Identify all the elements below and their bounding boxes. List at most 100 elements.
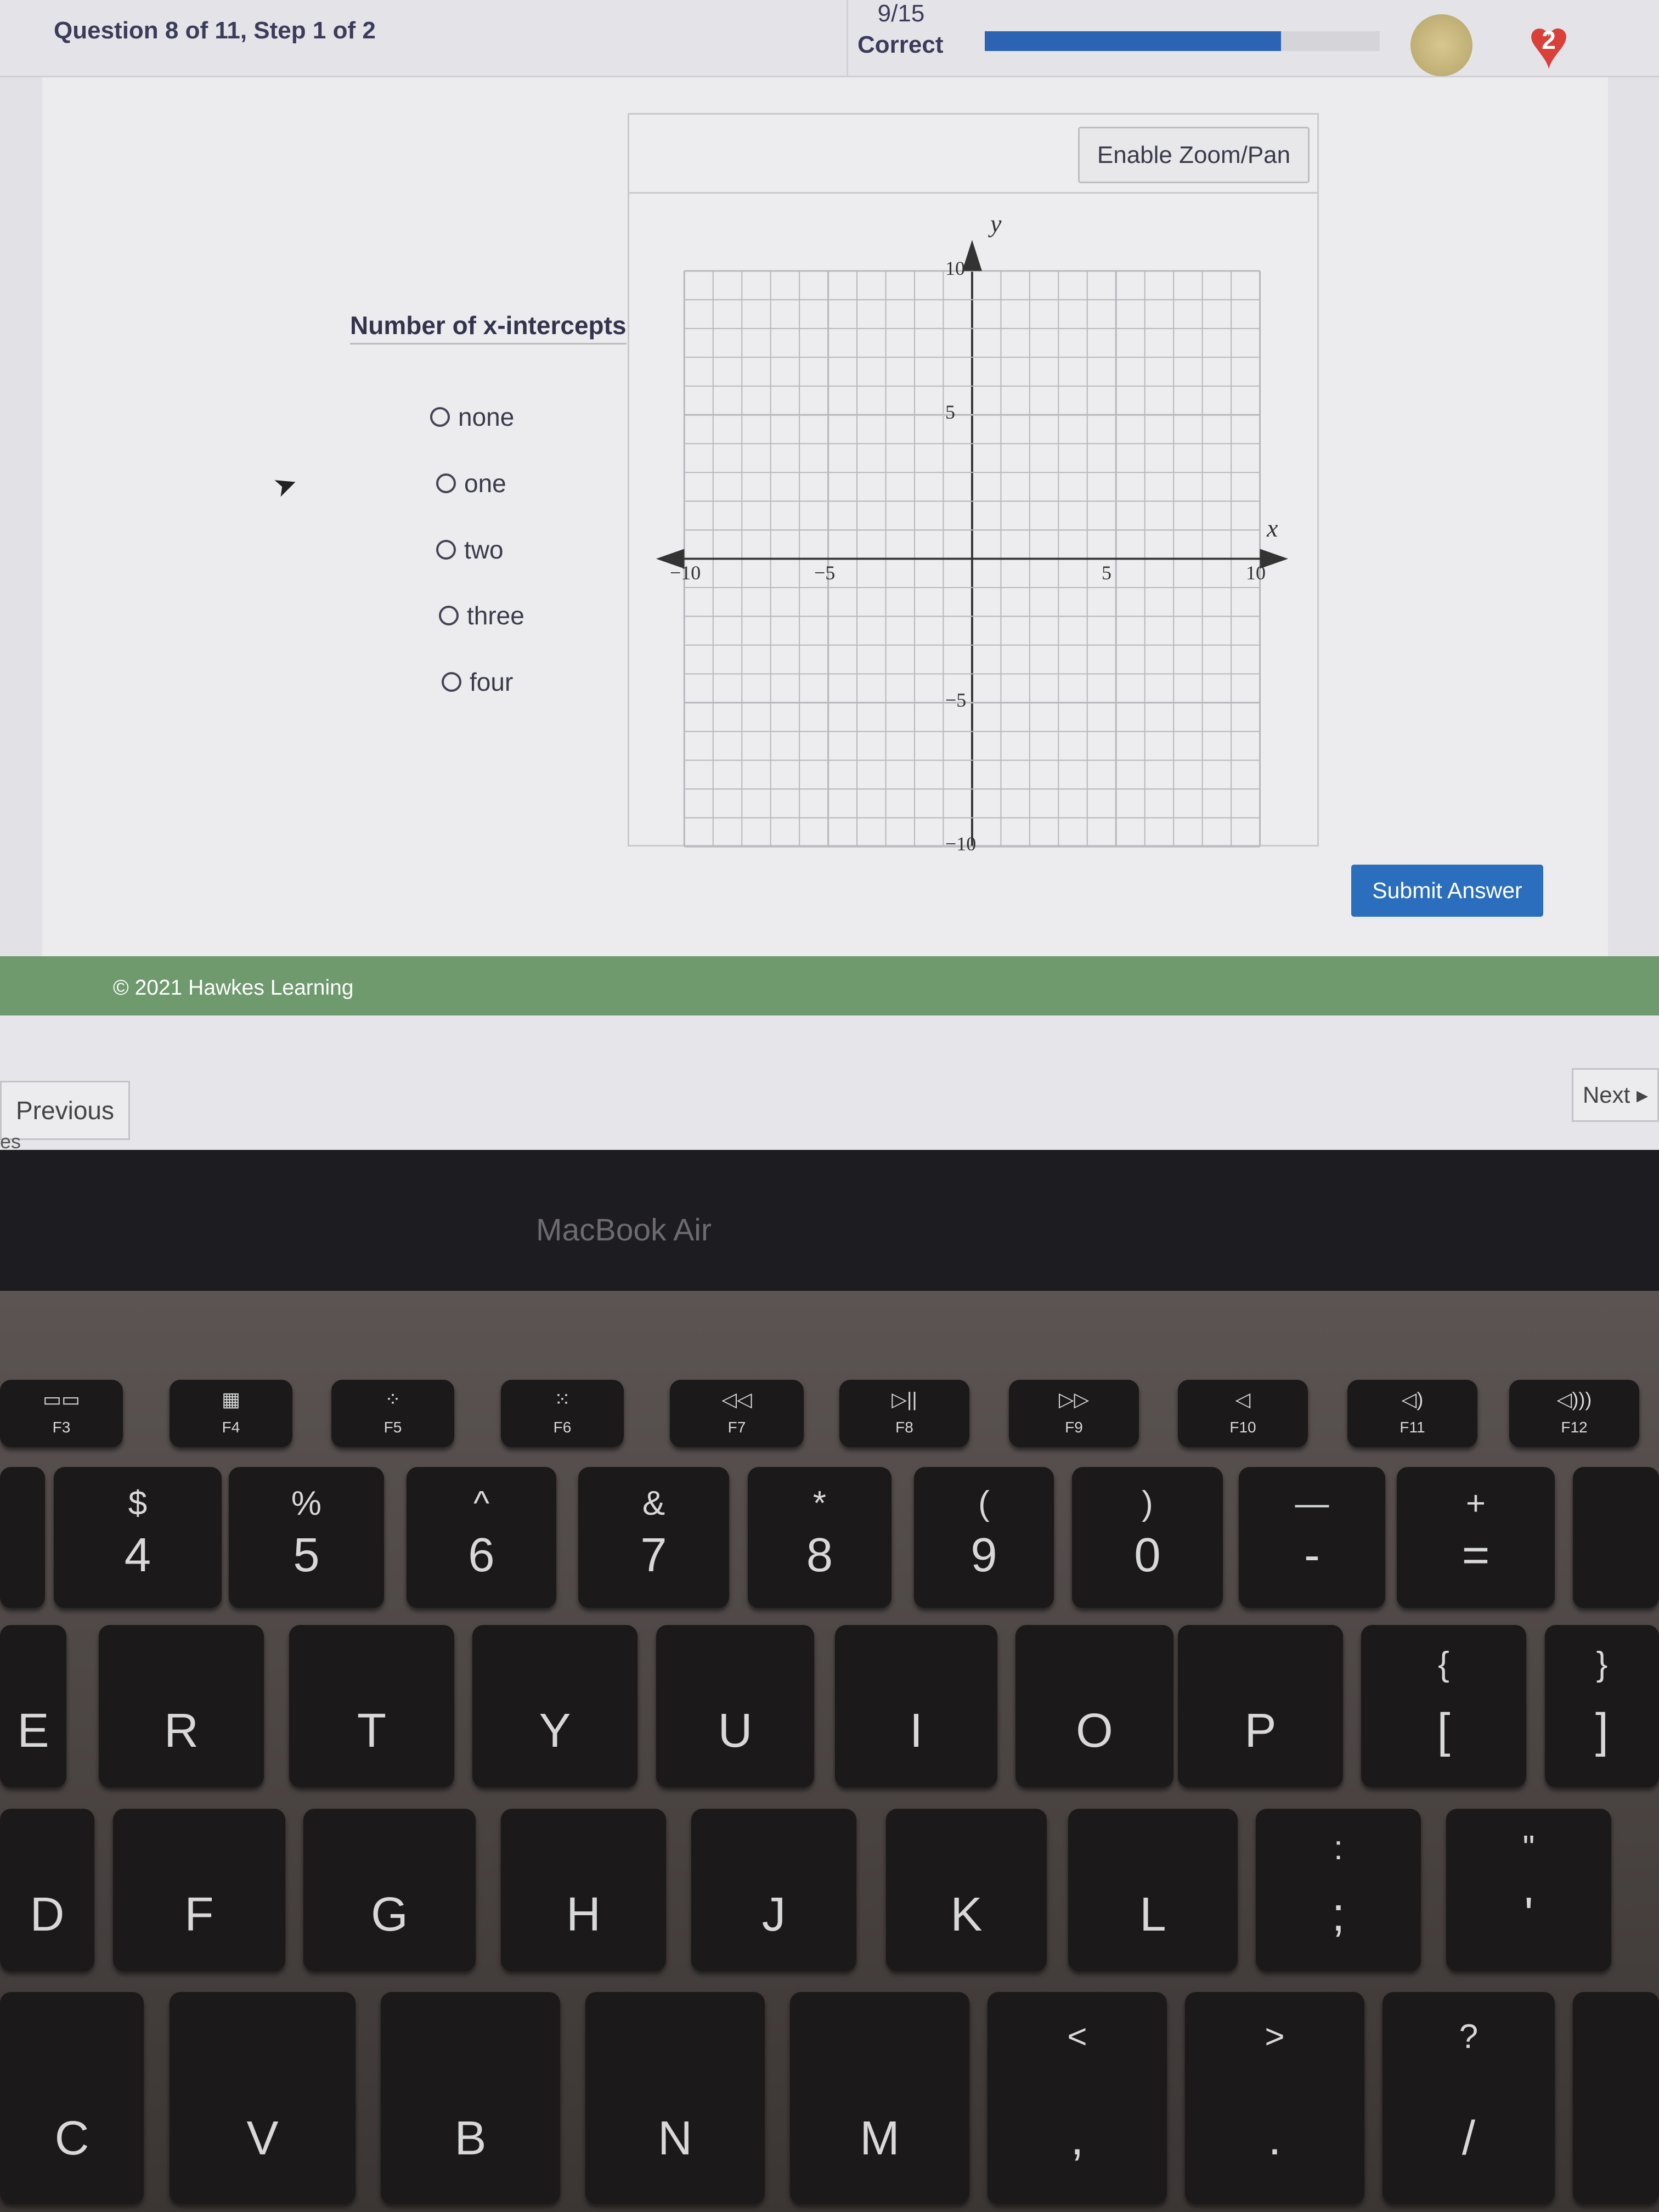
key-shift-label: ⁘ — [384, 1387, 402, 1410]
radio-button-icon[interactable] — [439, 606, 459, 625]
key-i[interactable]: I — [835, 1625, 997, 1787]
key-m[interactable]: M — [790, 1992, 969, 2204]
x-tick-label: 10 — [1246, 562, 1266, 584]
key-shift-label: ( — [978, 1484, 990, 1522]
key-f11[interactable]: ◁) F11 — [1347, 1380, 1477, 1447]
key-f5[interactable]: ⁘ F5 — [331, 1380, 454, 1447]
key-[[interactable]: {[ — [1361, 1625, 1526, 1787]
submit-answer-button[interactable]: Submit Answer — [1351, 865, 1543, 917]
header-divider — [847, 0, 848, 77]
key-j[interactable]: J — [691, 1809, 856, 1971]
key-shift-label: ◁))) — [1556, 1387, 1592, 1410]
key-label: ; — [1331, 1887, 1345, 1941]
option-label: none — [458, 403, 515, 431]
key-shift-label: ◁) — [1401, 1387, 1424, 1410]
key-y[interactable]: Y — [472, 1625, 637, 1787]
key-shift-label: ▷|| — [891, 1387, 917, 1410]
key-label: ] — [1595, 1703, 1609, 1757]
key-shift-label: + — [1465, 1484, 1486, 1522]
option-two[interactable]: two — [436, 535, 504, 565]
key-e[interactable]: E — [0, 1625, 66, 1787]
key-f8[interactable]: ▷|| F8 — [839, 1380, 969, 1447]
key-p[interactable]: P — [1178, 1625, 1343, 1787]
y-tick-label: 5 — [945, 401, 955, 423]
next-button[interactable]: Next ▸ — [1572, 1068, 1659, 1122]
key-0[interactable]: ) 0 — [1072, 1467, 1223, 1608]
key-shift-label: — — [1295, 1484, 1329, 1522]
enable-zoom-pan-button[interactable]: Enable Zoom/Pan — [1078, 127, 1310, 183]
key-h[interactable]: H — [501, 1809, 666, 1971]
score-label: Correct — [857, 31, 944, 58]
option-label: one — [464, 469, 506, 498]
key-shift-label: ◁◁ — [721, 1387, 752, 1410]
key-8[interactable]: * 8 — [748, 1467, 891, 1608]
key-6[interactable]: ^ 6 — [407, 1467, 556, 1608]
key-f7[interactable]: ◁◁ F7 — [670, 1380, 804, 1447]
key-blank[interactable] — [1573, 1992, 1659, 2204]
key-label: E — [17, 1703, 49, 1757]
key-l[interactable]: L — [1068, 1809, 1238, 1971]
graph-panel-divider — [629, 192, 1317, 194]
key-f9[interactable]: ▷▷ F9 — [1009, 1380, 1139, 1447]
key-v[interactable]: V — [170, 1992, 356, 2204]
key-label: F — [184, 1887, 214, 1941]
key-label: F3 — [52, 1419, 71, 1436]
key-r[interactable]: R — [99, 1625, 264, 1787]
option-three[interactable]: three — [439, 601, 524, 630]
key--[interactable]: — - — [1239, 1467, 1385, 1608]
key-7[interactable]: & 7 — [578, 1467, 729, 1608]
key-u[interactable]: U — [656, 1625, 814, 1787]
key-label: B — [454, 2111, 487, 2165]
key-f3[interactable]: ▭▭ F3 — [0, 1380, 123, 1447]
key-label: F12 — [1561, 1419, 1588, 1436]
radio-button-icon[interactable] — [436, 473, 456, 493]
radio-button-icon[interactable] — [436, 540, 456, 560]
coin-icon[interactable] — [1410, 14, 1472, 76]
key-label: G — [371, 1887, 408, 1941]
key-blank[interactable] — [0, 1467, 45, 1608]
option-four[interactable]: four — [442, 667, 513, 697]
key-k[interactable]: K — [886, 1809, 1047, 1971]
key-'[interactable]: " ' — [1446, 1809, 1611, 1971]
key-f[interactable]: F — [113, 1809, 285, 1971]
key-shift-label: % — [291, 1484, 322, 1522]
key-.[interactable]: >. — [1185, 1992, 1364, 2204]
key-label: L — [1139, 1887, 1166, 1941]
key-g[interactable]: G — [303, 1809, 476, 1971]
key-label: 4 — [124, 1528, 151, 1582]
key-d[interactable]: D — [0, 1809, 94, 1971]
key-/[interactable]: ? / — [1383, 1992, 1555, 2204]
key-label: P — [1244, 1703, 1277, 1757]
key-f6[interactable]: ⁙ F6 — [501, 1380, 624, 1447]
key-label: U — [718, 1703, 753, 1757]
key-label: Y — [539, 1703, 571, 1757]
option-none[interactable]: none — [430, 402, 514, 432]
key-,[interactable]: <, — [988, 1992, 1167, 2204]
key-blank[interactable] — [1573, 1467, 1659, 1608]
key-label: F9 — [1065, 1419, 1083, 1436]
key-shift-label: * — [812, 1484, 827, 1522]
key-label: J — [761, 1887, 786, 1941]
key-4[interactable]: $4 — [54, 1467, 222, 1608]
key-label: F11 — [1400, 1419, 1425, 1436]
key-9[interactable]: (9 — [914, 1467, 1054, 1608]
key-b[interactable]: B — [381, 1992, 560, 2204]
key-;[interactable]: :; — [1256, 1809, 1421, 1971]
key-f4[interactable]: ▦ F4 — [170, 1380, 292, 1447]
key-f10[interactable]: ◁ F10 — [1178, 1380, 1308, 1447]
key-shift-label: ) — [1142, 1484, 1153, 1522]
key-c[interactable]: C — [0, 1992, 144, 2204]
x-axis-label: x — [1267, 514, 1278, 542]
key-t[interactable]: T — [289, 1625, 454, 1787]
key-o[interactable]: O — [1015, 1625, 1173, 1787]
key-][interactable]: }] — [1545, 1625, 1659, 1787]
question-header: Question 8 of 11, Step 1 of 2 9/15 Corre… — [0, 0, 1659, 80]
key-f12[interactable]: ◁))) F12 — [1509, 1380, 1639, 1447]
radio-button-icon[interactable] — [430, 407, 450, 427]
coordinate-grid[interactable] — [649, 205, 1298, 854]
option-one[interactable]: one — [436, 469, 506, 498]
key-5[interactable]: % 5 — [229, 1467, 384, 1608]
radio-button-icon[interactable] — [442, 672, 461, 692]
key-=[interactable]: + = — [1397, 1467, 1555, 1608]
key-n[interactable]: N — [585, 1992, 765, 2204]
